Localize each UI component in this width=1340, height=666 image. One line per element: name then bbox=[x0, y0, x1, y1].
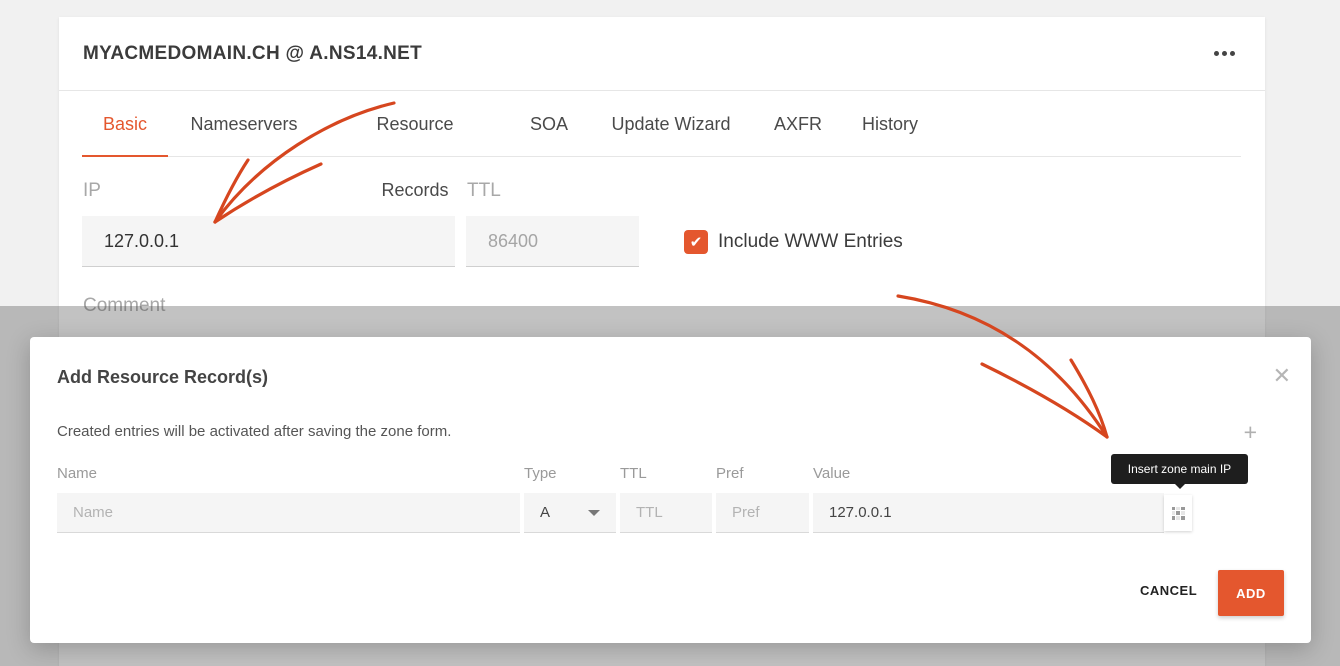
ip-input[interactable]: 127.0.0.1 bbox=[82, 216, 455, 267]
include-www-checkbox[interactable]: ✔ bbox=[684, 230, 708, 254]
pref-input-placeholder: Pref bbox=[732, 504, 760, 521]
tab-history[interactable]: History bbox=[860, 91, 920, 157]
insert-zone-ip-button[interactable] bbox=[1164, 495, 1192, 531]
add-resource-record-dialog: Add Resource Record(s) ✕ Created entries… bbox=[30, 337, 1311, 643]
type-select-value: A bbox=[540, 504, 551, 521]
tab-bar: Basic Nameservers Resource Records SOA U… bbox=[82, 91, 1241, 200]
tab-resource-records[interactable]: Resource Records bbox=[342, 91, 488, 200]
tab-nameservers[interactable]: Nameservers bbox=[190, 91, 298, 157]
column-header-type: Type bbox=[524, 465, 557, 482]
column-header-ttl: TTL bbox=[620, 465, 647, 482]
insert-ip-tooltip: Insert zone main IP bbox=[1111, 454, 1248, 489]
name-input-placeholder: Name bbox=[73, 504, 114, 521]
plus-icon[interactable]: + bbox=[1244, 419, 1257, 446]
ttl-input[interactable]: 86400 bbox=[466, 216, 639, 267]
ip-label: IP bbox=[83, 180, 101, 201]
value-input[interactable]: 127.0.0.1 bbox=[813, 493, 1164, 533]
name-input[interactable]: Name bbox=[57, 493, 520, 533]
more-horizontal-icon[interactable] bbox=[1214, 51, 1235, 56]
ttl-label: TTL bbox=[467, 180, 501, 201]
ip-input-value: 127.0.0.1 bbox=[104, 230, 180, 251]
close-icon[interactable]: ✕ bbox=[1273, 363, 1291, 389]
column-header-value: Value bbox=[813, 465, 851, 482]
card-header: MYACMEDOMAIN.CH @ A.NS14.NET bbox=[59, 17, 1265, 91]
page-title: MYACMEDOMAIN.CH @ A.NS14.NET bbox=[83, 43, 423, 64]
dialog-title: Add Resource Record(s) bbox=[57, 367, 269, 387]
include-www-label: Include WWW Entries bbox=[718, 231, 903, 252]
tab-soa[interactable]: SOA bbox=[530, 91, 568, 157]
ttl-input-placeholder: 86400 bbox=[488, 230, 539, 251]
ttl-row-placeholder: TTL bbox=[636, 504, 663, 521]
type-select[interactable]: A bbox=[524, 493, 616, 533]
dialog-info-text: Created entries will be activated after … bbox=[57, 423, 452, 440]
checkmark-icon: ✔ bbox=[689, 234, 703, 251]
tab-basic[interactable]: Basic bbox=[82, 91, 168, 157]
chevron-down-icon bbox=[588, 510, 600, 516]
column-header-name: Name bbox=[57, 465, 98, 482]
tab-update-wizard[interactable]: Update Wizard bbox=[610, 91, 732, 157]
add-button[interactable]: ADD bbox=[1218, 570, 1284, 616]
column-header-pref: Pref bbox=[716, 465, 744, 482]
qr-code-icon bbox=[1171, 506, 1185, 520]
pref-input[interactable]: Pref bbox=[716, 493, 809, 533]
tab-axfr[interactable]: AXFR bbox=[774, 91, 822, 157]
value-input-value: 127.0.0.1 bbox=[829, 504, 892, 521]
ttl-row-input[interactable]: TTL bbox=[620, 493, 712, 533]
cancel-button[interactable]: CANCEL bbox=[1140, 583, 1197, 598]
